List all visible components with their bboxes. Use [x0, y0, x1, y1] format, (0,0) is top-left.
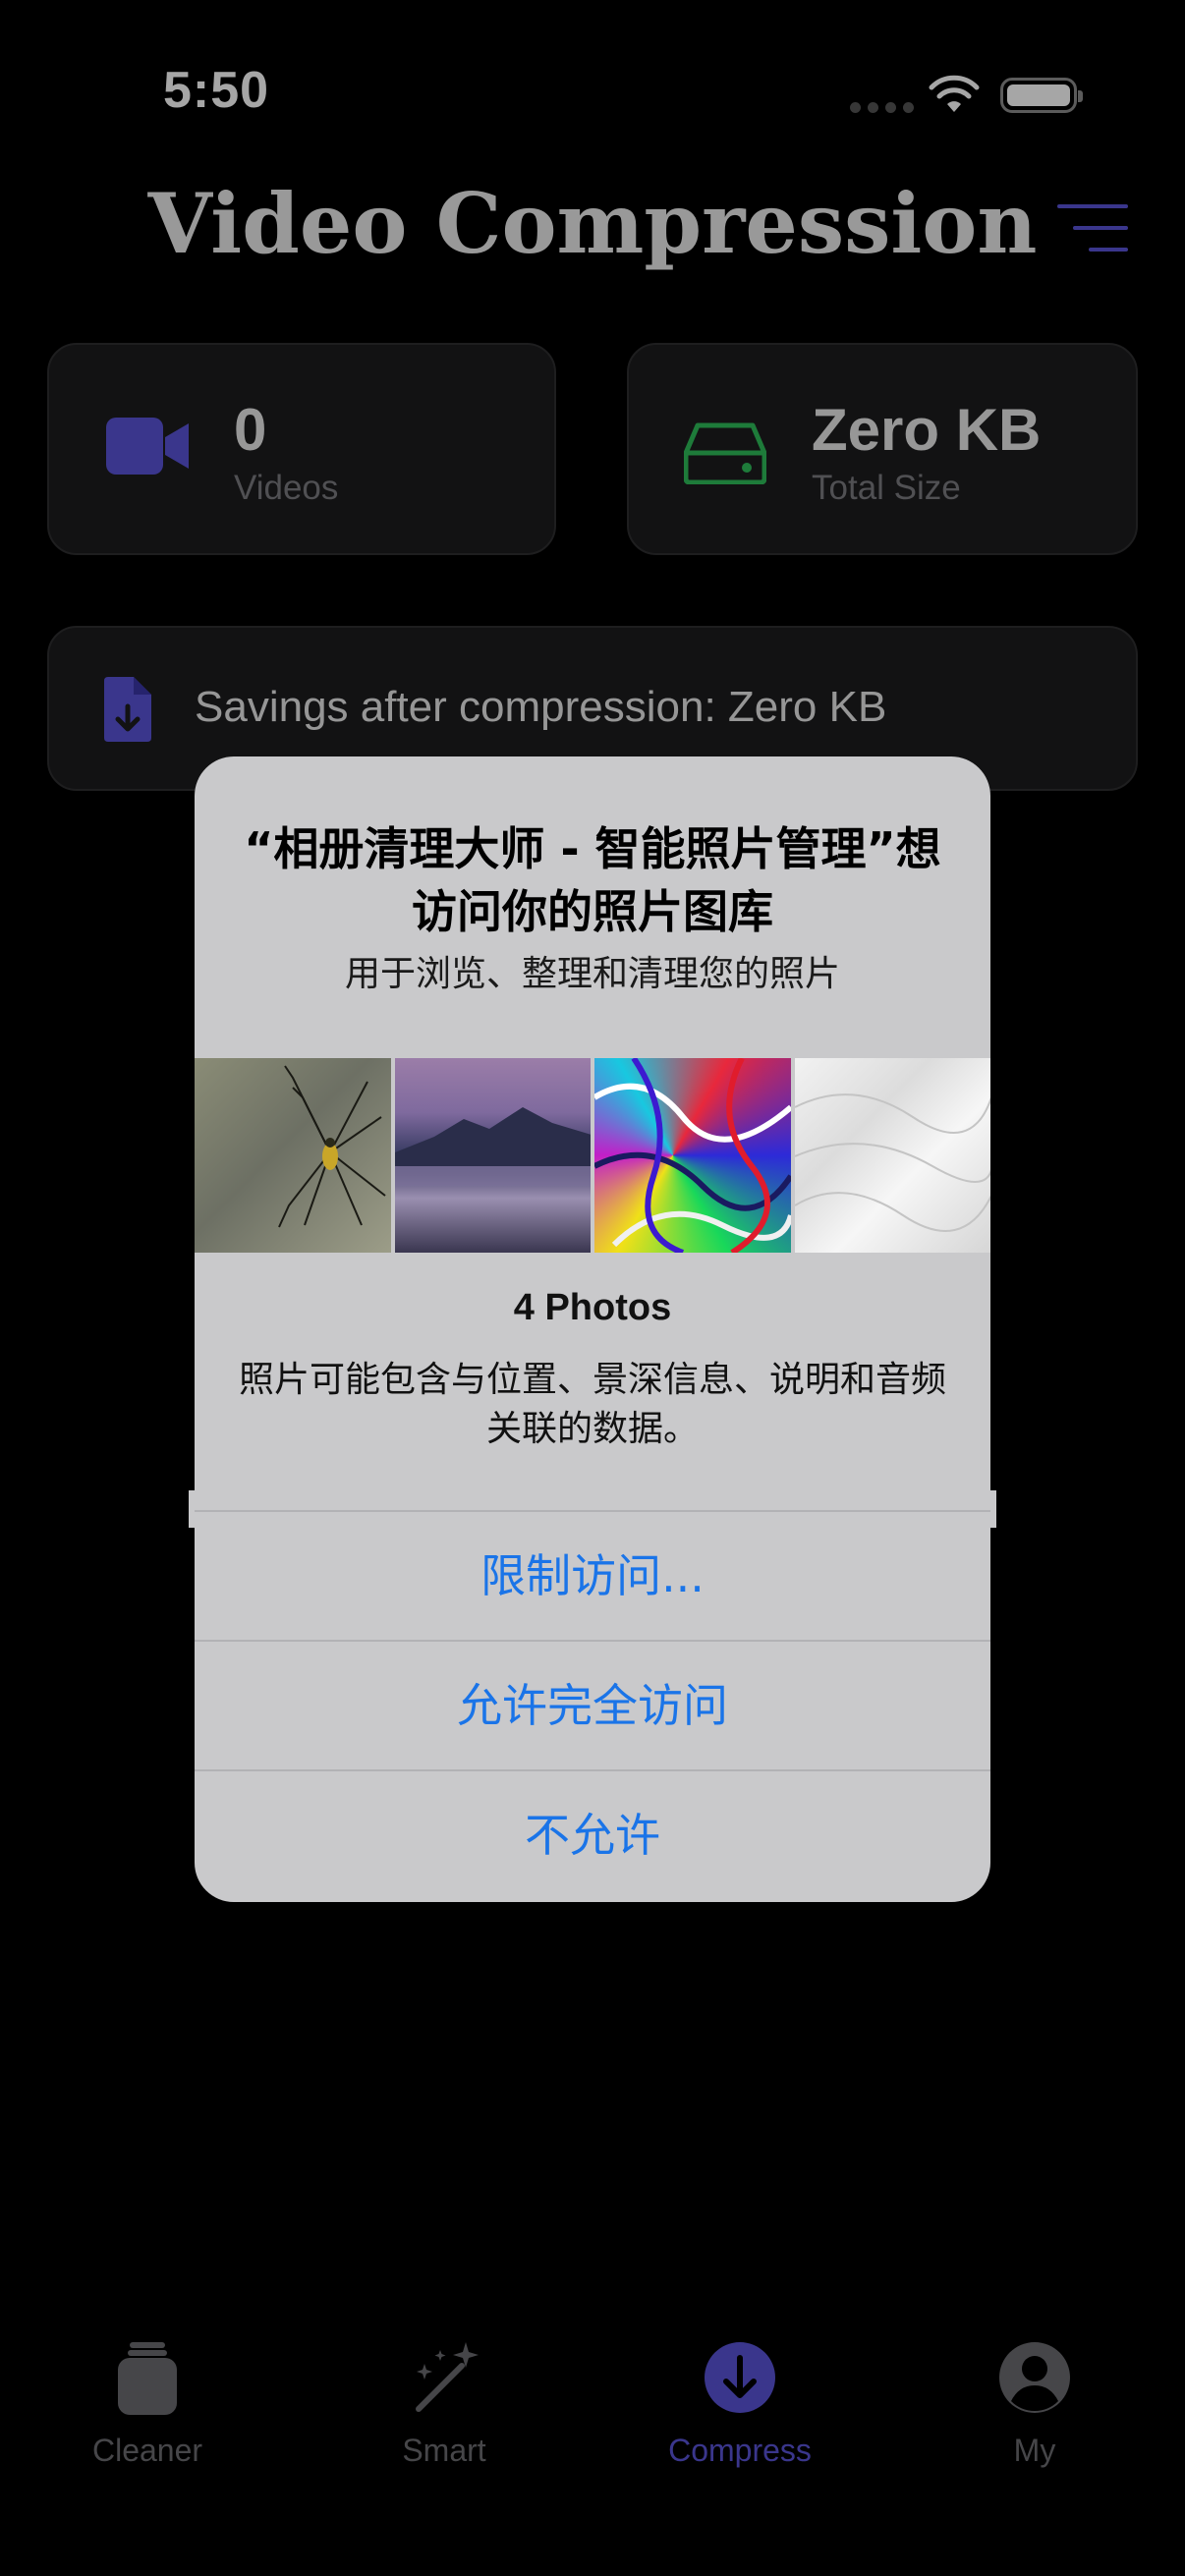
- screen: 5:50 Video Compression 0 Videos Zero KB: [0, 0, 1185, 2576]
- photo-access-alert: “相册清理大师 - 智能照片管理”想访问你的照片图库 用于浏览、整理和清理您的照…: [195, 756, 990, 1902]
- allow-full-access-button[interactable]: 允许完全访问: [195, 1640, 990, 1769]
- photo-thumbnail-mountain: [394, 1058, 591, 1253]
- photo-preview-strip: [195, 1058, 990, 1253]
- alert-privacy-note: 照片可能包含与位置、景深信息、说明和音频关联的数据。: [238, 1360, 946, 1449]
- alert-title: “相册清理大师 - 智能照片管理”想访问你的照片图库: [244, 822, 941, 938]
- limit-access-button[interactable]: 限制访问...: [195, 1510, 990, 1640]
- alert-message: 用于浏览、整理和清理您的照片: [344, 954, 840, 994]
- deny-access-button[interactable]: 不允许: [195, 1769, 990, 1902]
- photo-count: 4 Photos: [513, 1287, 672, 1328]
- photo-thumbnail-spider: [195, 1058, 391, 1253]
- photo-thumbnail-abstract: [594, 1058, 791, 1253]
- alert-edge-right: [990, 1490, 996, 1528]
- photo-thumbnail-white-texture: [794, 1058, 990, 1253]
